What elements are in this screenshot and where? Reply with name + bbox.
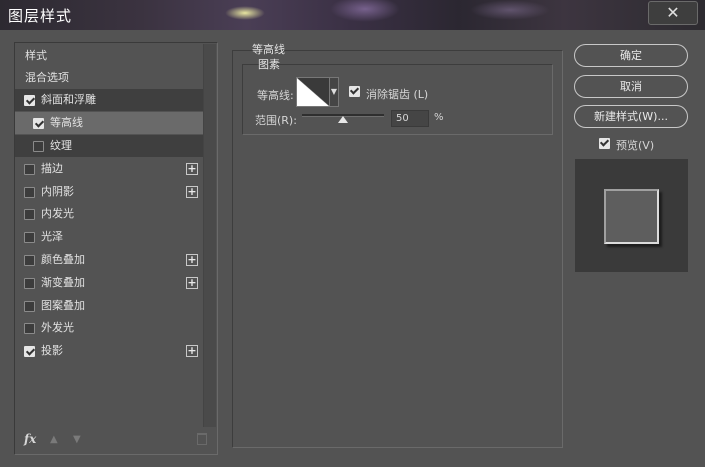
background-glow: [330, 0, 400, 22]
sidebar-item-inner-shadow[interactable]: 内阴影 +: [15, 181, 203, 203]
title-bar: 图层样式 ✕: [0, 0, 705, 30]
sidebar-item-label: 混合选项: [25, 71, 69, 84]
sidebar-item-label: 图案叠加: [41, 299, 85, 312]
add-icon[interactable]: +: [186, 277, 198, 289]
sidebar-item-stroke[interactable]: 描边 +: [15, 158, 203, 180]
sidebar-item-label: 颜色叠加: [41, 253, 85, 266]
sidebar-item-pattern-overlay[interactable]: 图案叠加: [15, 295, 203, 317]
sidebar-item-label: 等高线: [50, 116, 83, 129]
checkbox[interactable]: [24, 232, 35, 243]
close-button[interactable]: ✕: [648, 1, 698, 25]
styles-list-scrollbar[interactable]: [203, 44, 216, 427]
sidebar-item-label: 内阴影: [41, 185, 74, 198]
new-style-button[interactable]: 新建样式(W)...: [574, 105, 688, 128]
checkbox[interactable]: [33, 141, 44, 152]
ok-button[interactable]: 确定: [574, 44, 688, 67]
sidebar-item-texture[interactable]: 纹理: [15, 135, 203, 157]
preview-checkbox[interactable]: [599, 138, 610, 149]
window-title: 图层样式: [8, 7, 73, 25]
range-label: 范围(R):: [255, 114, 297, 127]
add-icon[interactable]: +: [186, 254, 198, 266]
trash-icon[interactable]: [197, 433, 207, 445]
checkbox[interactable]: [24, 187, 35, 198]
cancel-button[interactable]: 取消: [574, 75, 688, 98]
sidebar-item-label: 样式: [25, 49, 47, 62]
sidebar-item-inner-glow[interactable]: 内发光: [15, 203, 203, 225]
sidebar-item-label: 渐变叠加: [41, 276, 85, 289]
preview-label: 预览(V): [616, 139, 655, 152]
checkbox[interactable]: [24, 255, 35, 266]
sidebar-item-label: 外发光: [41, 321, 74, 334]
checkbox[interactable]: [24, 346, 35, 357]
chevron-down-icon[interactable]: ▼: [330, 77, 339, 107]
add-icon[interactable]: +: [186, 163, 198, 175]
checkbox[interactable]: [24, 164, 35, 175]
sidebar-item-label: 斜面和浮雕: [41, 93, 96, 106]
contour-preview[interactable]: [296, 77, 330, 107]
move-up-icon[interactable]: ▲: [50, 434, 60, 445]
sidebar-item-label: 纹理: [50, 139, 72, 152]
sidebar-item-gradient-overlay[interactable]: 渐变叠加 +: [15, 272, 203, 294]
contour-label: 等高线:: [257, 89, 294, 102]
add-icon[interactable]: +: [186, 186, 198, 198]
checkbox[interactable]: [24, 278, 35, 289]
styles-list-footer: fx ▲ ▼: [15, 428, 217, 454]
sidebar-item-blending-options[interactable]: 混合选项: [15, 67, 203, 89]
checkbox[interactable]: [24, 95, 35, 106]
sidebar-item-label: 描边: [41, 162, 63, 175]
antialias-checkbox[interactable]: [349, 86, 360, 97]
sidebar-item-satin[interactable]: 光泽: [15, 226, 203, 248]
sidebar-item-drop-shadow[interactable]: 投影 +: [15, 340, 203, 362]
sidebar-item-label: 光泽: [41, 230, 63, 243]
checkbox[interactable]: [24, 209, 35, 220]
range-unit: %: [434, 112, 444, 123]
sidebar-item-outer-glow[interactable]: 外发光: [15, 317, 203, 339]
sidebar-item-contour[interactable]: 等高线: [15, 112, 203, 134]
background-glow: [225, 6, 265, 20]
preview-swatch: [604, 189, 659, 244]
range-input[interactable]: 50: [391, 110, 429, 127]
checkbox[interactable]: [24, 323, 35, 334]
background-glow: [470, 0, 550, 20]
move-down-icon[interactable]: ▼: [73, 434, 83, 445]
group-title: 等高线: [252, 43, 285, 56]
fx-icon[interactable]: fx: [24, 432, 36, 446]
sidebar-item-label: 投影: [41, 344, 63, 357]
sub-group-title: 图素: [258, 58, 280, 71]
add-icon[interactable]: +: [186, 345, 198, 357]
checkbox[interactable]: [33, 118, 44, 129]
sidebar-item-label: 内发光: [41, 207, 74, 220]
range-slider-thumb[interactable]: [338, 116, 348, 123]
checkbox[interactable]: [24, 301, 35, 312]
sidebar-item-color-overlay[interactable]: 颜色叠加 +: [15, 249, 203, 271]
antialias-label: 消除锯齿 (L): [366, 88, 429, 101]
sidebar-item-bevel-emboss[interactable]: 斜面和浮雕: [15, 89, 203, 111]
sidebar-item-styles[interactable]: 样式: [15, 45, 203, 67]
